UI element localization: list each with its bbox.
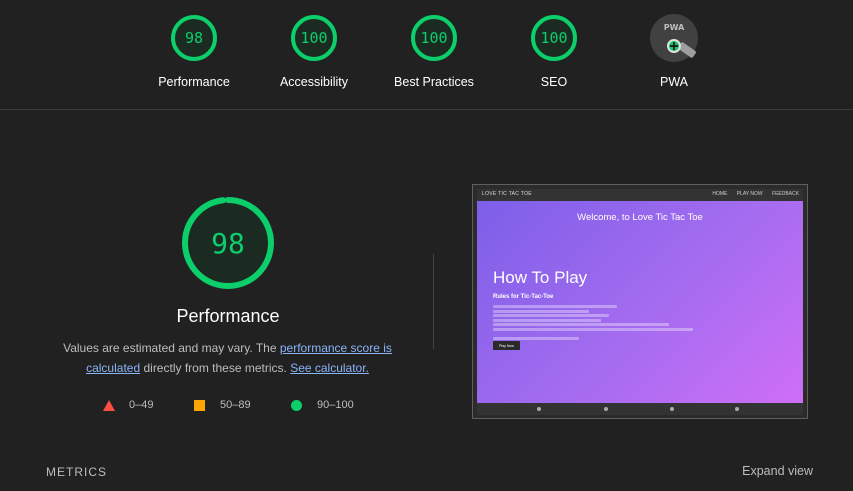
gauge-label-performance: Performance (158, 75, 230, 89)
pwa-plus-icon (667, 39, 681, 53)
screenshot-text-lines (493, 305, 693, 341)
screenshot-brand: LOVE TIC TAC TOE (482, 191, 532, 197)
screenshot-play-button: Play Now (493, 341, 520, 350)
footer-icon (537, 407, 541, 411)
triangle-icon (103, 400, 115, 411)
score-summary-strip: 98 Performance 100 Accessibility 100 Bes… (0, 0, 853, 110)
expand-view-button[interactable]: Expand view (742, 464, 813, 478)
metrics-heading: METRICS (46, 465, 107, 479)
screenshot-nav-link: HOME (712, 191, 728, 197)
legend-average-range: 50–89 (220, 399, 251, 411)
gauge-performance[interactable]: 98 (170, 14, 218, 62)
screenshot-footer (477, 403, 803, 415)
section-divider (433, 254, 434, 349)
screenshot-hero-title: Welcome, to Love Tic Tac Toe (577, 212, 703, 223)
footer-icon (604, 407, 608, 411)
gauge-score: 100 (420, 29, 448, 47)
circle-icon (291, 400, 302, 411)
gauge-score: 98 (184, 29, 204, 47)
performance-title: Performance (176, 306, 280, 326)
see-calculator-link[interactable]: See calculator. (290, 361, 369, 375)
gauge-accessibility[interactable]: 100 (290, 14, 338, 62)
gauge-label-accessibility: Accessibility (279, 75, 349, 89)
legend-pass-range: 90–100 (317, 399, 354, 411)
desc-text-1: Values are estimated and may vary. The (63, 341, 280, 355)
legend-fail-range: 0–49 (129, 399, 154, 411)
lighthouse-report: 98 Performance 100 Accessibility 100 Bes… (0, 0, 853, 491)
gauge-label-best-practices: Best Practices (394, 75, 474, 89)
screenshot-navbar: LOVE TIC TAC TOE HOME PLAY NOW FEEDBACK (477, 189, 803, 201)
performance-gauge: 98 (180, 195, 276, 291)
performance-description: Values are estimated and may vary. The p… (55, 338, 400, 378)
gauge-score: 100 (300, 29, 328, 47)
gauge-score: 100 (540, 29, 568, 47)
screenshot-hero: Welcome, to Love Tic Tac Toe How To Play… (477, 201, 803, 403)
score-legend: 0–49 50–89 90–100 (0, 398, 430, 414)
screenshot-subheading: Rules for Tic-Tac-Toe (493, 294, 554, 300)
screenshot-nav-link: PLAY NOW (736, 191, 763, 197)
screenshot-heading: How To Play (493, 268, 588, 287)
pwa-badge[interactable]: PWA (650, 14, 698, 62)
performance-score: 98 (211, 226, 245, 260)
pwa-badge-text: PWA (663, 23, 685, 32)
gauge-label-pwa: PWA (659, 75, 688, 89)
screenshot-nav-link: FEEDBACK (772, 191, 799, 197)
final-screenshot[interactable]: LOVE TIC TAC TOE HOME PLAY NOW FEEDBACK … (472, 184, 808, 419)
desc-text-2: directly from these metrics. (140, 361, 291, 375)
gauge-label-seo: SEO (540, 75, 568, 89)
square-icon (194, 400, 205, 411)
gauge-best-practices[interactable]: 100 (410, 14, 458, 62)
footer-icon (670, 407, 674, 411)
gauge-seo[interactable]: 100 (530, 14, 578, 62)
screenshot-nav-links: HOME PLAY NOW FEEDBACK (704, 191, 799, 197)
footer-icon (735, 407, 739, 411)
